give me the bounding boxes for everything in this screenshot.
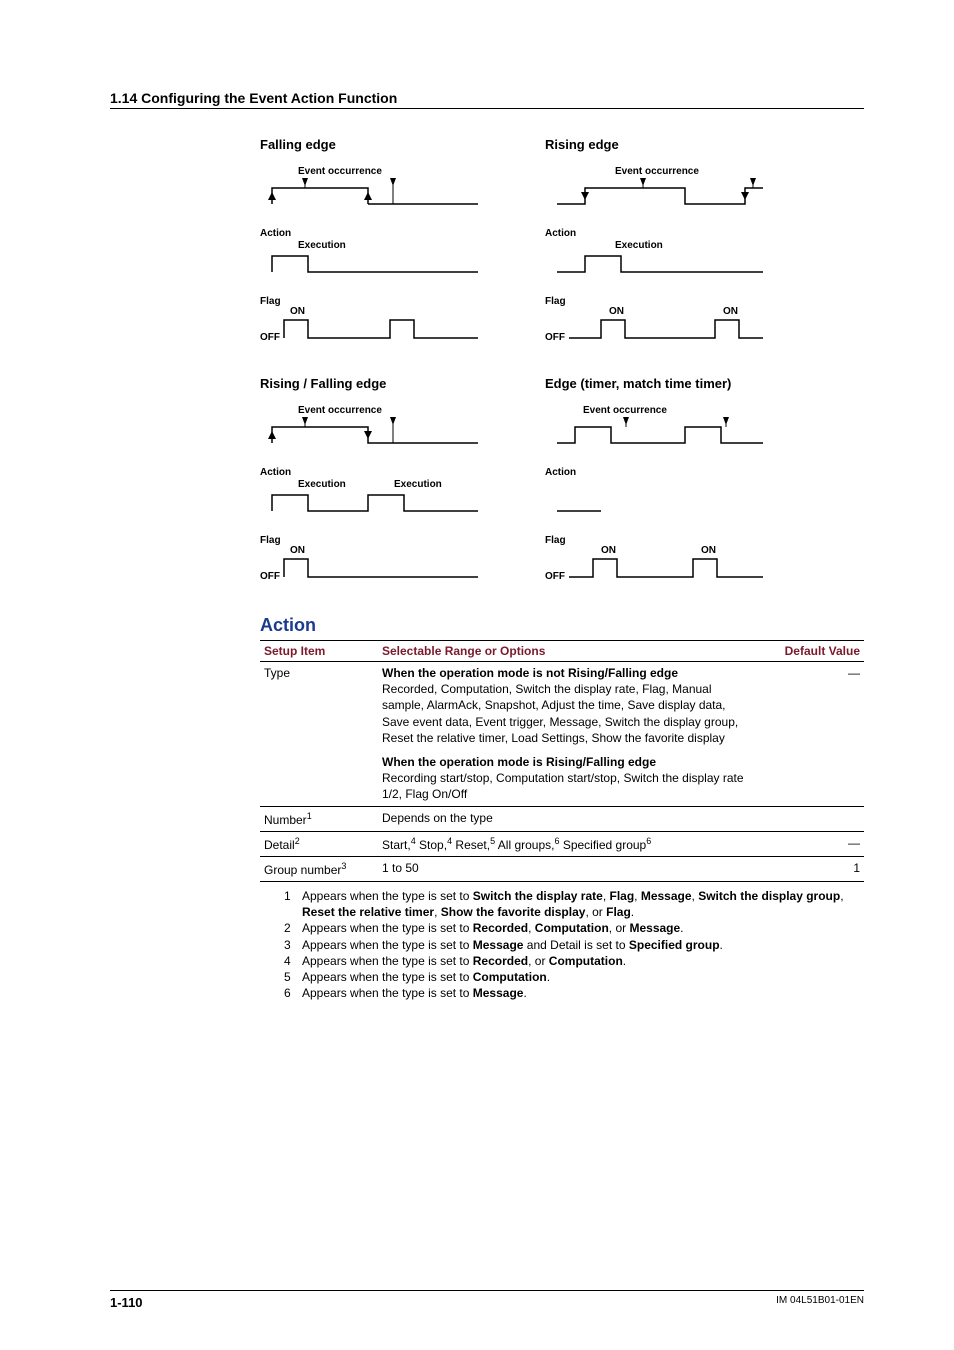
label-on2: ON — [723, 306, 738, 317]
note-row: 6Appears when the type is set to Message… — [284, 985, 864, 1001]
label-off: OFF — [260, 571, 280, 582]
label-on: ON — [609, 306, 624, 317]
label-action: Action — [260, 228, 291, 239]
cell-group-default: 1 — [756, 856, 864, 881]
label-action: Action — [260, 467, 291, 478]
label-flag: Flag — [545, 535, 566, 546]
th-range: Selectable Range or Options — [378, 641, 756, 662]
label-on2: ON — [701, 545, 716, 556]
label-event: Event occurrence — [615, 166, 699, 177]
diagram-rising: Rising edge Event occurrence Action Exec… — [545, 137, 790, 348]
diagram-falling-svg: Event occurrence Action Execution Flag — [260, 160, 505, 348]
label-exec: Execution — [298, 479, 346, 490]
type-sub1: When the operation mode is not Rising/Fa… — [382, 665, 752, 681]
cell-number-label: Number1 — [260, 806, 378, 831]
label-off: OFF — [260, 332, 280, 343]
label-event: Event occurrence — [583, 405, 667, 416]
note-row: 5Appears when the type is set to Computa… — [284, 969, 864, 985]
label-on: ON — [290, 306, 305, 317]
diagram-title: Rising edge — [545, 137, 790, 152]
diagram-falling: Falling edge Event occurrence Action Exe — [260, 137, 505, 348]
type-txt1: Recorded, Computation, Switch the displa… — [382, 681, 752, 746]
page-number: 1-110 — [110, 1295, 143, 1310]
label-action: Action — [545, 228, 576, 239]
action-table: Setup Item Selectable Range or Options D… — [260, 640, 864, 882]
section-heading: 1.14 Configuring the Event Action Functi… — [110, 90, 864, 109]
diagram-title: Edge (timer, match time timer) — [545, 376, 790, 391]
cell-type-range: When the operation mode is not Rising/Fa… — [378, 662, 756, 807]
doc-code: IM 04L51B01-01EN — [776, 1295, 864, 1310]
diagram-rising-svg: Event occurrence Action Execution Flag O… — [545, 160, 790, 348]
cell-detail-default: — — [756, 831, 864, 856]
label-event: Event occurrence — [298, 405, 382, 416]
diagram-edge-svg: Event occurrence Action Flag ON ON OFF — [545, 399, 790, 587]
label-off: OFF — [545, 571, 565, 582]
th-default: Default Value — [756, 641, 864, 662]
label-on: ON — [601, 545, 616, 556]
cell-number-default — [756, 806, 864, 831]
cell-number-range: Depends on the type — [378, 806, 756, 831]
note-row: 4Appears when the type is set to Recorde… — [284, 953, 864, 969]
cell-detail-label: Detail2 — [260, 831, 378, 856]
note-row: 1Appears when the type is set to Switch … — [284, 888, 864, 920]
type-txt2: Recording start/stop, Computation start/… — [382, 770, 752, 802]
label-flag: Flag — [260, 296, 281, 307]
diagram-both: Rising / Falling edge Event occurrence A… — [260, 376, 505, 587]
label-event: Event occurrence — [298, 166, 382, 177]
label-flag: Flag — [260, 535, 281, 546]
cell-type-default: — — [756, 662, 864, 807]
note-row: 2Appears when the type is set to Recorde… — [284, 920, 864, 936]
label-exec: Execution — [298, 240, 346, 251]
label-flag: Flag — [545, 296, 566, 307]
label-action: Action — [545, 467, 576, 478]
diagram-edge: Edge (timer, match time timer) Event occ… — [545, 376, 790, 587]
cell-detail-range: Start,4 Stop,4 Reset,5 All groups,6 Spec… — [378, 831, 756, 856]
page-footer: 1-110 IM 04L51B01-01EN — [110, 1290, 864, 1310]
label-on: ON — [290, 545, 305, 556]
type-sub2: When the operation mode is Rising/Fallin… — [382, 754, 752, 770]
cell-type-label: Type — [260, 662, 378, 807]
cell-group-label: Group number3 — [260, 856, 378, 881]
diagram-title: Rising / Falling edge — [260, 376, 505, 391]
diagram-title: Falling edge — [260, 137, 505, 152]
notes-list: 1Appears when the type is set to Switch … — [260, 888, 864, 1001]
cell-group-range: 1 to 50 — [378, 856, 756, 881]
action-heading: Action — [260, 615, 864, 636]
diagram-both-svg: Event occurrence Action Execution Execut… — [260, 399, 505, 587]
label-off: OFF — [545, 332, 565, 343]
th-item: Setup Item — [260, 641, 378, 662]
label-exec: Execution — [615, 240, 663, 251]
label-exec2: Execution — [394, 479, 442, 490]
note-row: 3Appears when the type is set to Message… — [284, 937, 864, 953]
